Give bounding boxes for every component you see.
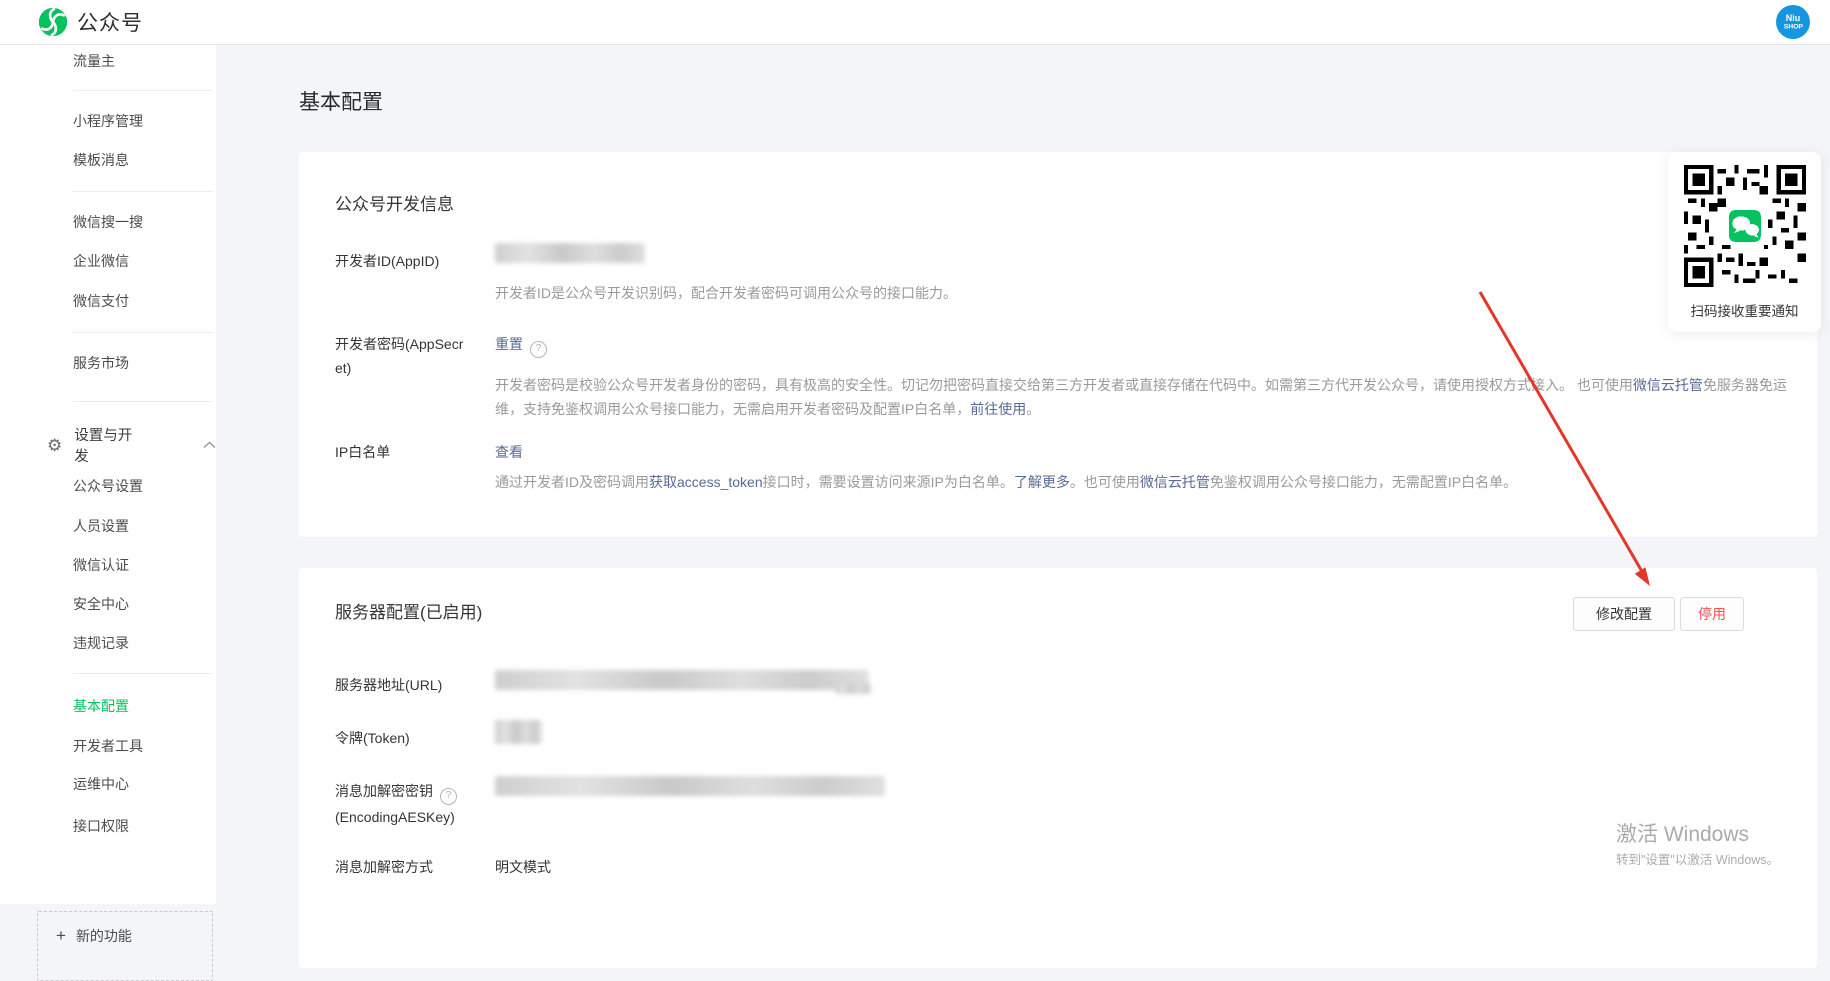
ip-whitelist-value: 查看 xyxy=(495,440,523,464)
sidebar-item-traffic[interactable]: 流量主 xyxy=(73,51,115,71)
disable-button[interactable]: 停用 xyxy=(1680,597,1744,631)
top-header: 公众号 Niu SHOP xyxy=(0,0,1830,45)
help-icon[interactable]: ? xyxy=(440,788,457,805)
appsecret-label: 开发者密码(AppSecret) xyxy=(335,332,469,380)
token-label: 令牌(Token) xyxy=(335,726,469,750)
server-url-redacted-value xyxy=(495,670,869,690)
appsecret-description: 开发者密码是校验公众号开发者身份的密码，具有极高的安全性。切记勿把密码直接交给第… xyxy=(495,373,1793,421)
cloud-hosting-link[interactable]: 微信云托管 xyxy=(1633,377,1703,393)
appsecret-desc-text: 开发者密码是校验公众号开发者身份的密码，具有极高的安全性。切记勿把密码直接交给第… xyxy=(495,377,1633,393)
new-feature-button[interactable]: + 新的功能 xyxy=(37,911,213,981)
appsecret-desc-text: 。 xyxy=(1026,401,1040,417)
appsecret-value: 重置? xyxy=(495,332,547,358)
aeskey-redacted-value xyxy=(495,776,885,796)
appsecret-reset-link[interactable]: 重置 xyxy=(495,336,523,352)
appid-label: 开发者ID(AppID) xyxy=(335,249,469,273)
token-redacted-value xyxy=(495,720,542,744)
encrypt-mode-value: 明文模式 xyxy=(495,855,551,879)
dev-info-card: 公众号开发信息 开发者ID(AppID) 开发者ID是公众号开发识别码，配合开发… xyxy=(299,152,1817,537)
learn-more-link[interactable]: 了解更多 xyxy=(1014,474,1070,490)
server-url-label: 服务器地址(URL) xyxy=(335,673,469,697)
ip-desc-text: 接口时，需要设置访问来源IP为白名单。 xyxy=(763,474,1014,490)
help-icon[interactable]: ? xyxy=(530,341,547,358)
appid-redacted-value xyxy=(495,243,645,263)
sidebar-item-template-message[interactable]: 模板消息 xyxy=(73,150,129,170)
sidebar-divider xyxy=(73,673,213,674)
ip-desc-text: 通过开发者ID及密码调用 xyxy=(495,474,649,490)
ip-desc-text: 免鉴权调用公众号接口能力，无需配置IP白名单。 xyxy=(1210,474,1517,490)
sidebar-item-security-center[interactable]: 安全中心 xyxy=(73,594,129,614)
plus-icon: + xyxy=(56,926,66,946)
sidebar-item-violation-records[interactable]: 违规记录 xyxy=(73,633,129,653)
sidebar-item-api-permission[interactable]: 接口权限 xyxy=(73,816,129,836)
gear-icon: ⚙ xyxy=(47,437,62,454)
sidebar-divider xyxy=(73,332,213,333)
dev-info-section-title: 公众号开发信息 xyxy=(335,190,454,215)
sidebar-group-settings-dev[interactable]: ⚙ 设置与开发 xyxy=(47,424,216,466)
wechat-official-logo-icon xyxy=(38,7,68,37)
access-token-link[interactable]: 获取access_token xyxy=(649,474,763,490)
sidebar: 流量主 小程序管理 模板消息 微信搜一搜 企业微信 微信支付 服务市场 ⚙ 设置… xyxy=(0,44,216,904)
ip-desc-text: 。也可使用 xyxy=(1070,474,1140,490)
qr-notice-panel: 扫码接收重要通知 xyxy=(1668,152,1821,332)
sidebar-item-staff-settings[interactable]: 人员设置 xyxy=(73,516,129,536)
ip-view-link[interactable]: 查看 xyxy=(495,444,523,460)
app-title: 公众号 xyxy=(77,7,143,37)
app-logo[interactable]: 公众号 xyxy=(38,7,143,37)
new-feature-label: 新的功能 xyxy=(76,926,132,946)
ip-whitelist-description: 通过开发者ID及密码调用获取access_token接口时，需要设置访问来源IP… xyxy=(495,470,1517,494)
sidebar-item-ops-center[interactable]: 运维中心 xyxy=(73,774,129,794)
sidebar-item-wechat-search[interactable]: 微信搜一搜 xyxy=(73,212,143,232)
qr-code xyxy=(1684,165,1806,292)
sidebar-divider xyxy=(73,90,213,91)
aeskey-label-line2: (EncodingAESKey) xyxy=(335,809,455,825)
sidebar-item-miniprogram[interactable]: 小程序管理 xyxy=(73,111,143,131)
sidebar-divider xyxy=(73,191,213,192)
sidebar-item-dev-tools[interactable]: 开发者工具 xyxy=(73,736,143,756)
encrypt-mode-label: 消息加解密方式 xyxy=(335,855,469,879)
page-title: 基本配置 xyxy=(299,86,383,116)
sidebar-item-work-wechat[interactable]: 企业微信 xyxy=(73,251,129,271)
server-url-redacted-tail xyxy=(835,684,871,694)
qr-caption: 扫码接收重要通知 xyxy=(1691,300,1799,320)
go-use-link[interactable]: 前往使用 xyxy=(970,401,1026,417)
sidebar-group-label: 设置与开发 xyxy=(74,424,133,466)
cloud-hosting-link[interactable]: 微信云托管 xyxy=(1140,474,1210,490)
aeskey-label-line1: 消息加解密密钥 xyxy=(335,783,433,799)
account-avatar-badge[interactable]: Niu SHOP xyxy=(1776,5,1810,39)
server-config-card: 服务器配置(已启用) 修改配置 停用 服务器地址(URL) 令牌(Token) … xyxy=(299,568,1817,968)
aeskey-label: 消息加解密密钥? (EncodingAESKey) xyxy=(335,779,469,829)
ip-whitelist-label: IP白名单 xyxy=(335,440,469,464)
sidebar-item-service-market[interactable]: 服务市场 xyxy=(73,353,129,373)
sidebar-item-account-settings[interactable]: 公众号设置 xyxy=(73,476,143,496)
sidebar-item-basic-config[interactable]: 基本配置 xyxy=(73,696,129,716)
sidebar-item-wechat-verification[interactable]: 微信认证 xyxy=(73,555,129,575)
appid-description: 开发者ID是公众号开发识别码，配合开发者密码可调用公众号的接口能力。 xyxy=(495,281,957,305)
sidebar-divider xyxy=(73,401,213,402)
badge-text-line2: SHOP xyxy=(1783,23,1802,30)
server-config-section-title: 服务器配置(已启用) xyxy=(335,598,482,623)
sidebar-item-wechat-pay[interactable]: 微信支付 xyxy=(73,291,129,311)
chevron-up-icon xyxy=(203,437,216,453)
badge-text-line1: Niu xyxy=(1786,14,1801,23)
modify-config-button[interactable]: 修改配置 xyxy=(1573,597,1675,631)
wechat-icon xyxy=(1727,209,1761,243)
